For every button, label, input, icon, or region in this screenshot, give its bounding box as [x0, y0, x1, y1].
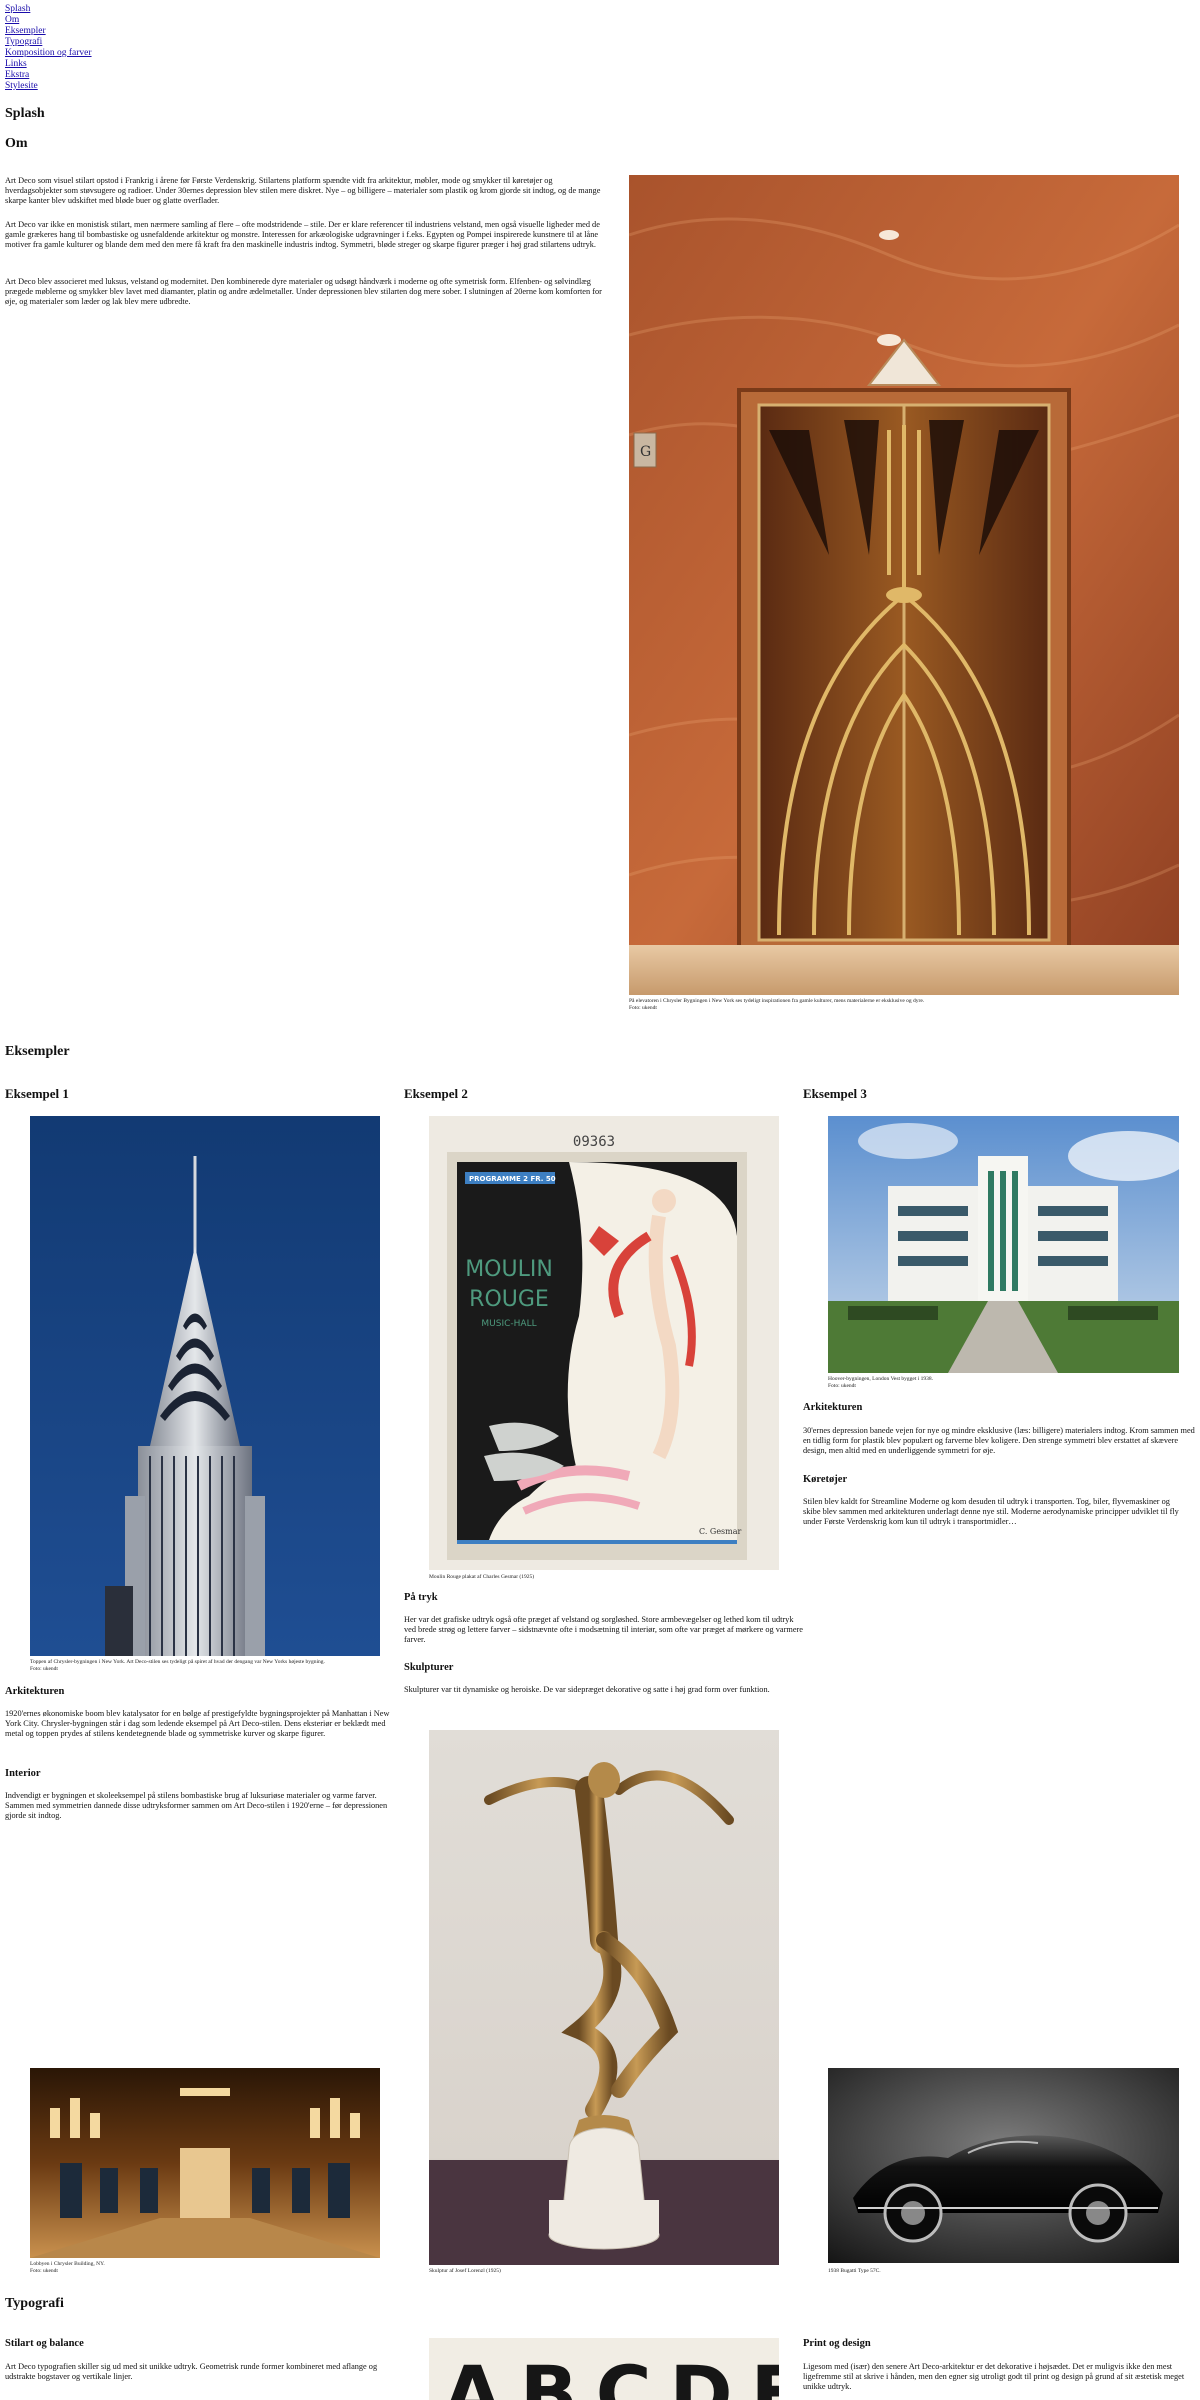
hoover-caption: Hoover-bygningen, London Vest bygget i 1…	[828, 1376, 934, 1382]
example-2-title: Eksempel 2	[404, 1086, 468, 1101]
typografi-stilart-heading: Stilart og balance	[5, 2338, 84, 2349]
elevator-caption: På elevatoren i Chrysler Bygningen i New…	[629, 998, 925, 1004]
elevator-door-image: G	[629, 175, 1179, 995]
bugatti-caption: 1938 Bugatti Type 57C.	[828, 2268, 881, 2274]
typografi-print-heading: Print og design	[803, 2338, 871, 2349]
example-3-title: Eksempel 3	[803, 1086, 867, 1101]
nav-link-typografi[interactable]: Typografi	[5, 37, 92, 48]
section-heading-eksempler: Eksempler	[5, 1044, 70, 1059]
ex3-arkitektur-text: 30'ernes depression banede vejen for nye…	[803, 1426, 1195, 1455]
typografi-print-text: Ligesom med (især) den senere Art Deco-a…	[803, 2362, 1185, 2391]
section-heading-typografi: Typografi	[5, 2296, 64, 2311]
ex2-tryk-text: Her var det grafiske udtryk også ofte pr…	[404, 1615, 803, 1644]
om-paragraph-2: Art Deco var ikke en monistisk stilart, …	[5, 220, 600, 249]
chrysler-caption: Toppen af Chrysler-bygningen i New York.…	[30, 1659, 325, 1665]
poster-caption: Moulin Rouge plakat af Charles Gesmar (1…	[429, 1574, 535, 1580]
sculpture-caption: Skulptur af Josef Lorenzl (1925)	[429, 2268, 501, 2274]
poster-title-2-text: ROUGE	[469, 1287, 549, 1312]
poster-signature-text: C. Gesmar	[699, 1527, 742, 1536]
poster-title-1-text: MOULIN	[465, 1257, 553, 1282]
ex1-arkitektur-text: 1920'ernes økonomiske boom blev katalysa…	[5, 1709, 390, 1738]
ex3-arkitektur-heading: Arkitekturen	[803, 1402, 863, 1413]
ex1-interior-text: Indvendigt er bygningen et skoleeksempel…	[5, 1791, 388, 1820]
nav-link-komposition[interactable]: Komposition og farver	[5, 48, 92, 59]
ex2-skulptur-text: Skulpturer var tit dynamiske og heroiske…	[404, 1685, 770, 1694]
bugatti-car-image	[828, 2068, 1179, 2263]
ex3-koretojer-text: Stilen blev kaldt for Streamline Moderne…	[803, 1497, 1179, 1526]
example-1-title: Eksempel 1	[5, 1086, 69, 1101]
art-deco-letters: ABCDE	[443, 2349, 779, 2400]
art-deco-letters-image: ABCDE	[429, 2338, 779, 2400]
chrysler-building-image	[30, 1116, 380, 1656]
hoover-credit: Foto: ukendt	[828, 1383, 856, 1389]
moulin-rouge-poster-image: 09363 PROGRAMME 2 FR. 50 MOULIN ROUGE MU…	[429, 1116, 779, 1570]
poster-number-text: 09363	[573, 1134, 615, 1150]
ex2-skulptur-heading: Skulpturer	[404, 1662, 454, 1673]
ex2-tryk-heading: På tryk	[404, 1592, 438, 1603]
lobby-credit: Foto: ukendt	[30, 2268, 58, 2274]
nav-link-om[interactable]: Om	[5, 15, 92, 26]
elevator-credit: Foto: ukendt	[629, 1005, 657, 1011]
section-heading-splash: Splash	[5, 106, 45, 121]
nav-link-stylesite[interactable]: Stylesite	[5, 81, 92, 92]
om-paragraph-1: Art Deco som visuel stilart opstod i Fra…	[5, 176, 601, 205]
om-paragraph-3: Art Deco blev associeret med luksus, vel…	[5, 277, 602, 306]
nav-link-links[interactable]: Links	[5, 59, 92, 70]
typografi-stilart-text: Art Deco typografien skiller sig ud med …	[5, 2362, 378, 2381]
hoover-building-image	[828, 1116, 1179, 1373]
nav-link-splash[interactable]: Splash	[5, 4, 92, 15]
poster-programme-text: PROGRAMME 2 FR. 50	[469, 1175, 556, 1183]
chrysler-lobby-image	[30, 2068, 380, 2258]
ex3-koretojer-heading: Køretøjer	[803, 1474, 848, 1485]
ex1-interior-heading: Interior	[5, 1768, 41, 1779]
section-heading-om: Om	[5, 136, 28, 151]
chrysler-credit: Foto: ukendt	[30, 1666, 58, 1672]
top-nav: Splash Om Eksempler Typografi Kompositio…	[5, 4, 92, 92]
lobby-caption: Lobbyen i Chrysler Building, NY.	[30, 2261, 105, 2267]
poster-subtitle-text: MUSIC-HALL	[481, 1319, 536, 1329]
nav-link-eksempler[interactable]: Eksempler	[5, 26, 92, 37]
nav-link-ekstra[interactable]: Ekstra	[5, 70, 92, 81]
ex1-arkitektur-heading: Arkitekturen	[5, 1686, 65, 1697]
sculpture-image	[429, 1730, 779, 2265]
svg-text:G: G	[640, 444, 651, 460]
